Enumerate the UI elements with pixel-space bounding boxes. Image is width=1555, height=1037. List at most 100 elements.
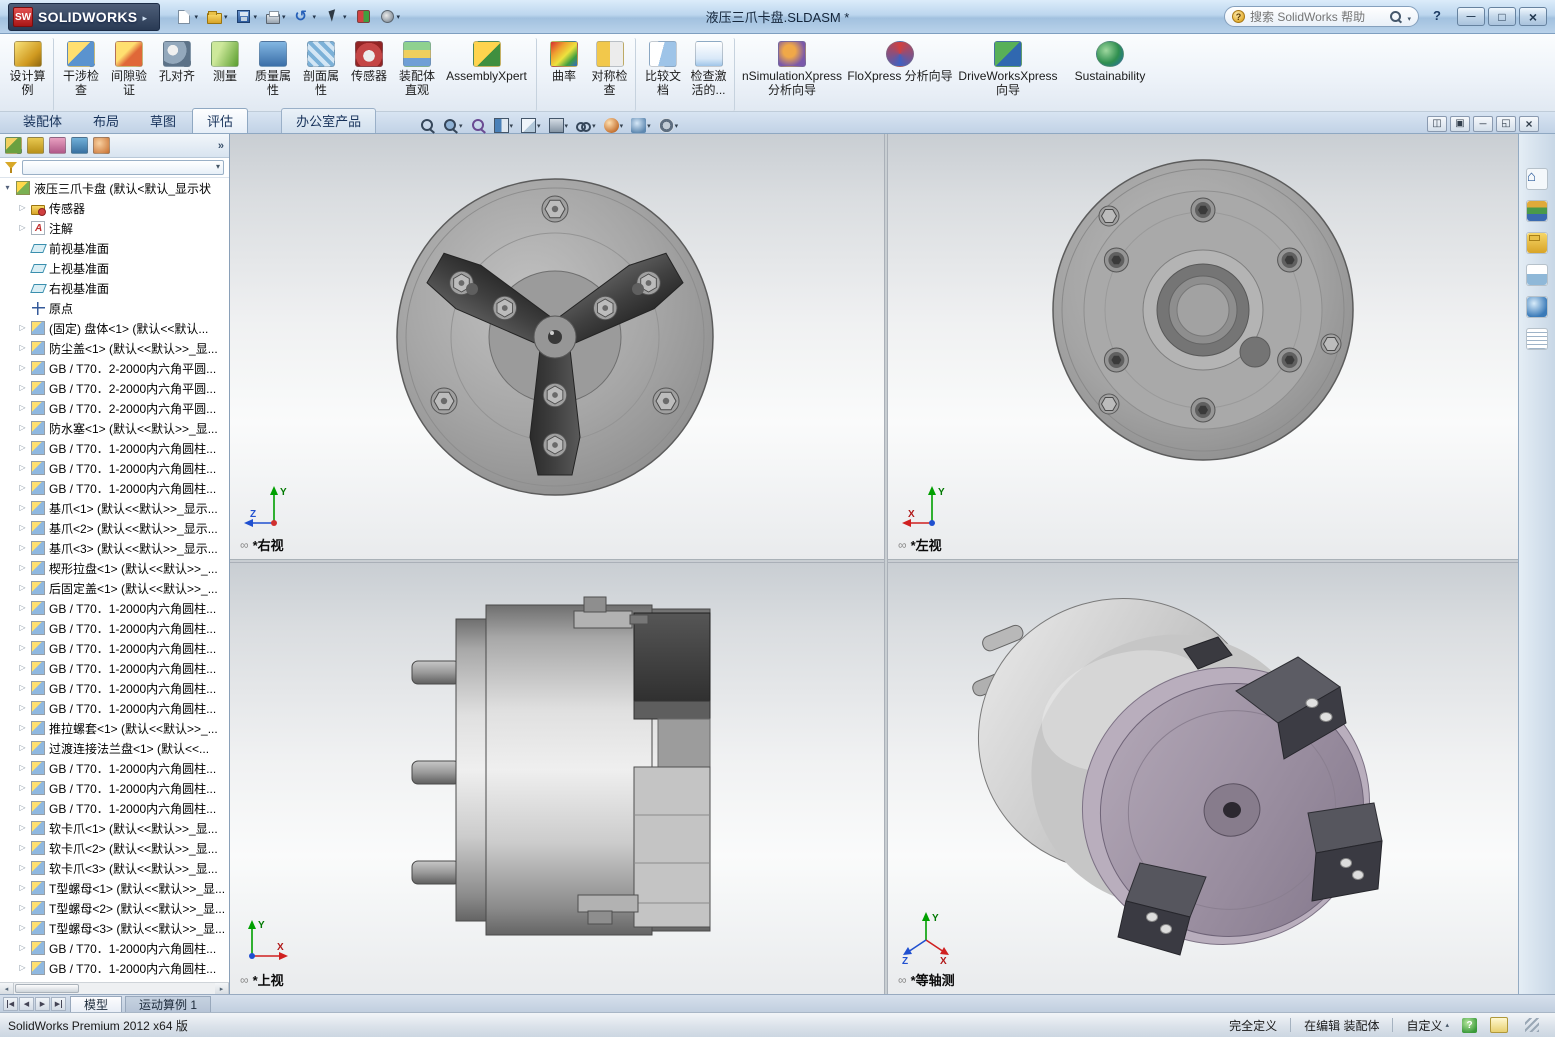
help-button[interactable]: [1428, 8, 1446, 26]
command-tab[interactable]: 草图: [135, 108, 191, 133]
ribbon-button[interactable]: Sustainability: [1062, 38, 1158, 111]
tree-item[interactable]: GB / T70．2-2000内六角平圆...: [0, 358, 229, 378]
expand-arrow-icon[interactable]: [18, 958, 27, 978]
document-window-button[interactable]: [1519, 116, 1539, 132]
ribbon-button[interactable]: 装配体直观: [393, 38, 441, 111]
expand-arrow-icon[interactable]: [18, 698, 27, 718]
custom-dropdown[interactable]: 自定义: [1406, 1017, 1449, 1034]
tree-item[interactable]: 防尘盖<1> (默认<<默认>>_显...: [0, 338, 229, 358]
tree-item[interactable]: 右视基准面: [0, 278, 229, 298]
view-tool-button[interactable]: [631, 118, 651, 133]
expand-arrow-icon[interactable]: [18, 198, 27, 218]
expand-arrow-icon[interactable]: [18, 818, 27, 838]
expand-arrow-icon[interactable]: [18, 678, 27, 698]
view-tool-button[interactable]: [576, 118, 596, 133]
tree-item[interactable]: GB / T70．1-2000内六角圆柱...: [0, 958, 229, 978]
tree-item[interactable]: (固定) 盘体<1> (默认<<默认...: [0, 318, 229, 338]
ribbon-button[interactable]: 对称检查: [588, 38, 636, 111]
expand-arrow-icon[interactable]: [18, 498, 27, 518]
toolbar-button[interactable]: [377, 5, 404, 29]
expand-arrow-icon[interactable]: [18, 658, 27, 678]
expand-arrow-icon[interactable]: [3, 178, 12, 198]
tree-item[interactable]: GB / T70．2-2000内六角平圆...: [0, 378, 229, 398]
toolbar-button[interactable]: [233, 5, 260, 29]
toolbar-button[interactable]: [204, 5, 231, 29]
tree-item[interactable]: GB / T70．1-2000内六角圆柱...: [0, 758, 229, 778]
tree-item[interactable]: T型螺母<1> (默认<<默认>>_显...: [0, 878, 229, 898]
tree-item[interactable]: 软卡爪<2> (默认<<默认>>_显...: [0, 838, 229, 858]
vertical-splitter[interactable]: [884, 134, 888, 994]
expand-arrow-icon[interactable]: [18, 798, 27, 818]
tree-item[interactable]: 防水塞<1> (默认<<默认>>_显...: [0, 418, 229, 438]
search-dropdown-icon[interactable]: [1407, 10, 1411, 24]
tree-root-item[interactable]: 液压三爪卡盘 (默认<默认_显示状: [0, 178, 229, 198]
tree-item[interactable]: T型螺母<2> (默认<<默认>>_显...: [0, 898, 229, 918]
ribbon-button[interactable]: 干涉检查: [57, 38, 105, 111]
ribbon-button[interactable]: AssemblyXpert: [441, 38, 537, 111]
tree-item[interactable]: 基爪<1> (默认<<默认>>_显示...: [0, 498, 229, 518]
ribbon-button[interactable]: 孔对齐: [153, 38, 201, 111]
tree-item[interactable]: 传感器: [0, 198, 229, 218]
tree-item[interactable]: 原点: [0, 298, 229, 318]
minimize-button[interactable]: [1457, 7, 1485, 26]
task-pane-button[interactable]: [1526, 296, 1548, 318]
view-tool-button[interactable]: [420, 118, 435, 133]
ribbon-button[interactable]: 质量属性: [249, 38, 297, 111]
tree-item[interactable]: GB / T70．1-2000内六角圆柱...: [0, 438, 229, 458]
last-tab-icon[interactable]: [51, 996, 66, 1011]
scrollbar-thumb[interactable]: [15, 984, 79, 993]
expand-arrow-icon[interactable]: [18, 578, 27, 598]
tree-item[interactable]: 软卡爪<1> (默认<<默认>>_显...: [0, 818, 229, 838]
document-window-button[interactable]: [1473, 116, 1493, 132]
featuremanager-icon[interactable]: [5, 137, 22, 154]
ribbon-button[interactable]: 间隙验证: [105, 38, 153, 111]
tree-item[interactable]: GB / T70．1-2000内六角圆柱...: [0, 678, 229, 698]
command-tab[interactable]: 评估: [192, 108, 249, 133]
ribbon-button[interactable]: 传感器: [345, 38, 393, 111]
viewport-top-view[interactable]: Y X *上视: [230, 563, 884, 994]
tree-item[interactable]: 基爪<2> (默认<<默认>>_显示...: [0, 518, 229, 538]
expand-arrow-icon[interactable]: [18, 338, 27, 358]
expand-arrow-icon[interactable]: [18, 378, 27, 398]
dimxpert-icon[interactable]: [71, 137, 88, 154]
tree-item[interactable]: 注解: [0, 218, 229, 238]
scroll-left-icon[interactable]: [0, 983, 14, 994]
expand-arrow-icon[interactable]: [18, 458, 27, 478]
view-tool-button[interactable]: [521, 118, 541, 133]
expand-arrow-icon[interactable]: [18, 718, 27, 738]
toolbar-button[interactable]: [292, 5, 320, 29]
search-icon[interactable]: [1389, 10, 1402, 23]
next-tab-icon[interactable]: [35, 996, 50, 1011]
tree-item[interactable]: GB / T70．1-2000内六角圆柱...: [0, 638, 229, 658]
expand-arrow-icon[interactable]: [18, 898, 27, 918]
tree-item[interactable]: 楔形拉盘<1> (默认<<默认>>_...: [0, 558, 229, 578]
filter-dropdown[interactable]: [22, 160, 224, 175]
tree-item[interactable]: 后固定盖<1> (默认<<默认>>_...: [0, 578, 229, 598]
expand-arrow-icon[interactable]: [18, 738, 27, 758]
tree-item[interactable]: GB / T70．1-2000内六角圆柱...: [0, 778, 229, 798]
expand-arrow-icon[interactable]: [18, 398, 27, 418]
expand-arrow-icon[interactable]: [18, 918, 27, 938]
document-window-button[interactable]: [1427, 116, 1447, 132]
quick-tips-icon[interactable]: [1462, 1017, 1477, 1033]
ribbon-button[interactable]: 检查激活的...: [687, 38, 735, 111]
tree-item[interactable]: 软卡爪<3> (默认<<默认>>_显...: [0, 858, 229, 878]
propertymanager-icon[interactable]: [27, 137, 44, 154]
ribbon-button[interactable]: 设计算例: [6, 38, 54, 111]
viewport-right-view[interactable]: Y Z *右视: [230, 134, 884, 559]
tree-item[interactable]: GB / T70．1-2000内六角圆柱...: [0, 798, 229, 818]
view-tool-button[interactable]: [548, 118, 569, 133]
help-search-box[interactable]: [1224, 6, 1419, 27]
tree-item[interactable]: 推拉螺套<1> (默认<<默认>>_...: [0, 718, 229, 738]
tree-item[interactable]: 基爪<3> (默认<<默认>>_显示...: [0, 538, 229, 558]
collapse-panel-chevron[interactable]: »: [218, 140, 224, 152]
viewport-isometric-view[interactable]: Y X Z *等轴测: [888, 563, 1518, 994]
view-tool-button[interactable]: [603, 118, 624, 133]
view-tool-button[interactable]: [443, 118, 463, 133]
expand-arrow-icon[interactable]: [18, 218, 27, 238]
previous-tab-icon[interactable]: [19, 996, 34, 1011]
menu-expand-icon[interactable]: [142, 10, 150, 24]
filter-funnel-icon[interactable]: [5, 161, 17, 174]
expand-arrow-icon[interactable]: [18, 558, 27, 578]
command-tab[interactable]: 布局: [78, 108, 134, 133]
